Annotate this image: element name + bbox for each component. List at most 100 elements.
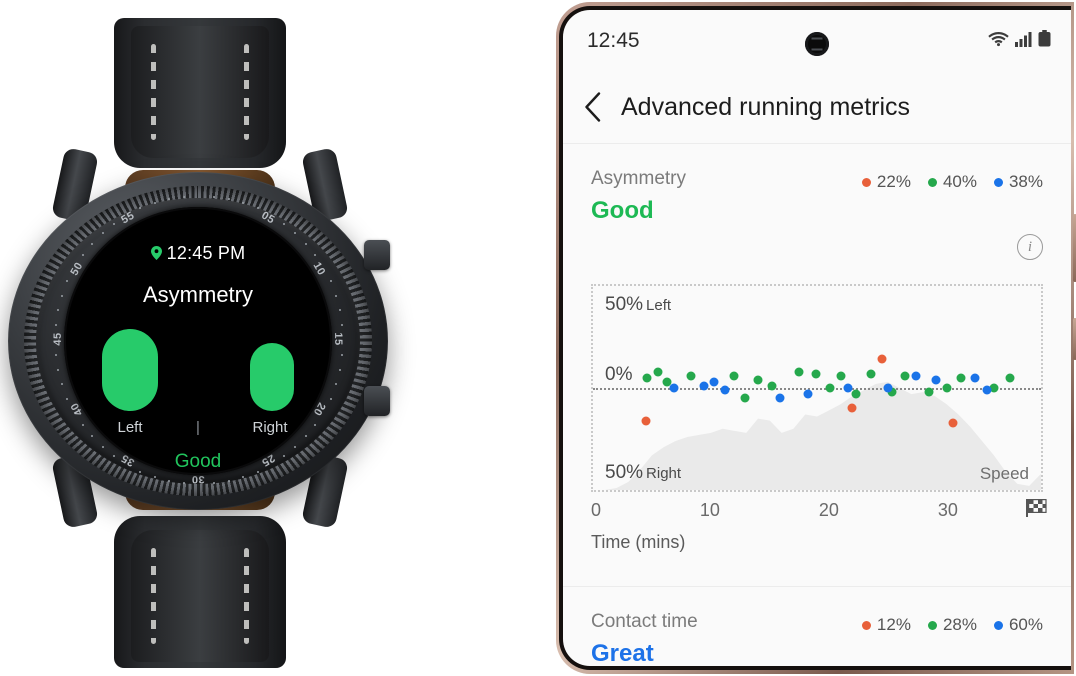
- legend-item-blue: 38%: [993, 172, 1043, 192]
- bezel-number-15: 15: [332, 332, 344, 346]
- bezel-tick: [227, 479, 230, 482]
- contact-time-section[interactable]: Contact time Great 12% 28% 60%: [563, 586, 1071, 666]
- app-bar: Advanced running metrics: [563, 72, 1071, 142]
- bezel-tick: [57, 368, 60, 371]
- bezel-tick: [101, 231, 104, 234]
- scatter-point-40: [900, 371, 910, 381]
- ct-legend-item-orange: 12%: [861, 615, 911, 635]
- asymmetry-header: Asymmetry Good: [591, 168, 686, 225]
- status-bar: 12:45: [563, 10, 1071, 72]
- scatter-point-38: [931, 375, 941, 385]
- scatter-point-40: [729, 371, 739, 381]
- watch-button-top[interactable]: [364, 240, 390, 270]
- bezel-tick: [101, 446, 104, 448]
- y-bot-side: Right: [646, 465, 682, 482]
- page-title: Advanced running metrics: [621, 92, 911, 121]
- watch-label-separator: |: [196, 419, 200, 436]
- watch-strap-top-inner: [131, 26, 269, 158]
- status-bar-time: 12:45: [587, 29, 640, 52]
- back-chevron-icon[interactable]: [563, 92, 621, 122]
- watch-strap-top: [114, 18, 286, 168]
- y-bot-value: 50%: [605, 462, 644, 483]
- chart-plot-area: 50% Left 0% 50% Right Speed: [591, 284, 1043, 492]
- scatter-point-22: [877, 354, 887, 364]
- scatter-point-38: [843, 383, 853, 393]
- ct-legend-text-blue: 60%: [1008, 615, 1043, 634]
- asymmetry-section: Asymmetry Good 22% 40% 38% i 50% Left 0%…: [563, 144, 1071, 574]
- watch-label-right: Right: [252, 419, 288, 436]
- scatter-point-38: [803, 389, 813, 399]
- bezel-tick: [338, 368, 341, 371]
- signal-bars-icon: [1015, 31, 1032, 52]
- watch-time-row: 12:45 PM: [64, 243, 332, 265]
- legend-dot-green: [927, 177, 937, 187]
- wifi-icon: [988, 31, 1009, 52]
- strap-stitching-left-2: [151, 548, 156, 644]
- scatter-point-40: [811, 369, 821, 379]
- asymmetry-value: Good: [591, 197, 654, 224]
- scatter-point-40: [851, 389, 861, 399]
- y-axis-mid-label: 0%: [605, 364, 633, 385]
- bezel-tick: [113, 222, 116, 225]
- scatter-point-40: [653, 367, 663, 377]
- scatter-point-38: [709, 377, 719, 387]
- watch-strap-bottom-inner: [131, 530, 269, 662]
- bezel-tick: [256, 207, 259, 210]
- y-top-value: 50%: [605, 294, 644, 315]
- legend-item-green: 40%: [927, 172, 977, 192]
- watch-button-bottom[interactable]: [364, 386, 390, 416]
- x-axis-title: Time (mins): [591, 532, 686, 552]
- legend-text-green: 40%: [942, 172, 977, 191]
- galaxy-watch: 05 10 15 20 25 30 35 40 45 50 55 12:45 PM Asymmetr…: [0, 0, 400, 676]
- checkered-flag-icon: [1025, 498, 1047, 523]
- scatter-point-38: [982, 385, 992, 395]
- contact-time-legend: 12% 28% 60%: [861, 615, 1043, 635]
- chart-x-axis: 0 10 20 30: [591, 499, 1047, 526]
- bezel-tick: [61, 383, 64, 386]
- bezel-tick: [57, 309, 60, 312]
- bezel-tick: [153, 475, 156, 478]
- ct-legend-item-blue: 60%: [993, 615, 1043, 635]
- scatter-point-40: [942, 383, 952, 393]
- bezel-tick: [54, 323, 57, 326]
- scatter-point-22: [847, 403, 857, 413]
- watch-bar-labels: Left | Right: [64, 419, 332, 436]
- y-axis-top-label: 50% Left: [605, 294, 671, 316]
- asymmetry-legend: 22% 40% 38%: [861, 172, 1043, 192]
- scatter-point-22: [948, 418, 958, 428]
- legend-text-blue: 38%: [1008, 172, 1043, 191]
- asymmetry-chart[interactable]: 50% Left 0% 50% Right Speed: [591, 284, 1043, 492]
- x-tick-0: 0: [591, 500, 602, 520]
- bezel-number-45: 45: [52, 332, 64, 346]
- bezel-tick: [182, 195, 185, 198]
- contact-time-value: Great: [591, 640, 654, 666]
- asymmetry-label: Asymmetry: [591, 168, 686, 189]
- strap-stitching-left: [151, 44, 156, 140]
- scatter-point-40: [767, 381, 777, 391]
- x-tick-20: 20: [818, 500, 839, 520]
- legend-dot-blue: [993, 177, 1003, 187]
- scatter-point-38: [883, 383, 893, 393]
- screenshot-root: 05 10 15 20 25 30 35 40 45 50 55 12:45 PM Asymmetr…: [0, 0, 1076, 676]
- watch-bar-right: [250, 343, 294, 411]
- bezel-tick: [213, 195, 216, 198]
- x-tick-30: 30: [937, 500, 958, 520]
- contact-time-label: Contact time: [591, 611, 698, 632]
- watch-screen[interactable]: 12:45 PM Asymmetry Left | Right Good: [64, 207, 332, 475]
- info-circle-icon[interactable]: i: [1017, 234, 1043, 260]
- ct-legend-dot-green: [927, 620, 937, 630]
- bezel-tick: [282, 222, 285, 225]
- scatter-point-38: [970, 373, 980, 383]
- bezel-tick: [338, 309, 341, 312]
- scatter-point-38: [669, 383, 679, 393]
- scatter-point-40: [686, 371, 696, 381]
- scatter-point-40: [836, 371, 846, 381]
- scatter-point-40: [1005, 373, 1015, 383]
- bezel-tick: [294, 231, 297, 234]
- scatter-point-38: [720, 385, 730, 395]
- watch-label-left: Left: [117, 419, 143, 436]
- scatter-point-40: [753, 375, 763, 385]
- status-bar-icons: [988, 30, 1051, 52]
- bezel-tick: [341, 323, 344, 326]
- scatter-point-40: [866, 369, 876, 379]
